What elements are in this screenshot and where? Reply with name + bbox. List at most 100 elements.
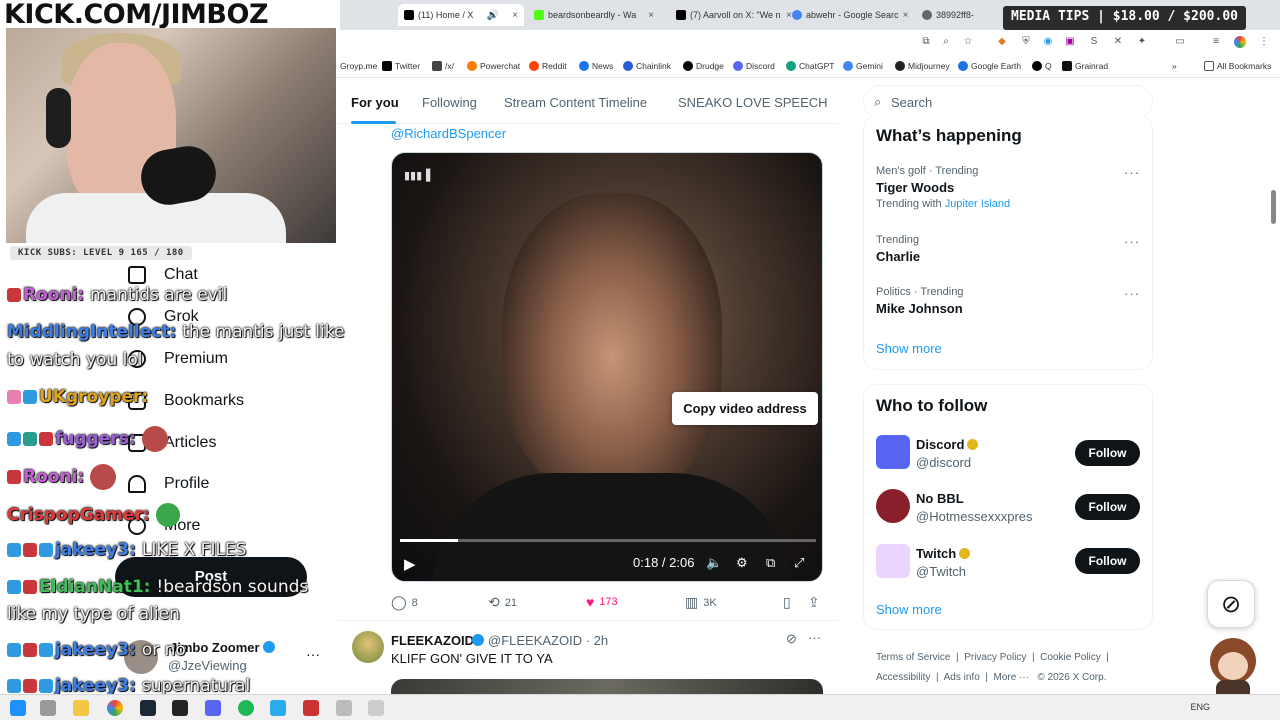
mention-link[interactable]: @RichardBSpencer bbox=[391, 126, 506, 141]
bookmark-google-earth[interactable]: Google Earth bbox=[958, 61, 1021, 71]
kebab-menu-icon[interactable]: ⋮ bbox=[1258, 36, 1270, 48]
more-dots-icon[interactable]: ··· bbox=[808, 630, 821, 645]
close-icon[interactable]: × bbox=[512, 10, 518, 21]
obs-icon[interactable] bbox=[303, 700, 319, 716]
nav-premium[interactable]: Premium bbox=[128, 350, 228, 368]
bookmark-twitter[interactable]: Twitter bbox=[382, 61, 420, 71]
trend-item[interactable]: Men's golf · Trending Tiger Woods Trendi… bbox=[876, 165, 1146, 210]
repost-button[interactable]: ⟲ 21 bbox=[488, 594, 517, 611]
views-button[interactable]: ▥ 3K bbox=[685, 594, 717, 611]
share-button[interactable]: ⇪ bbox=[808, 594, 820, 611]
spotify-icon[interactable] bbox=[238, 700, 254, 716]
more-dots-icon[interactable]: ··· bbox=[1124, 234, 1140, 249]
bookmark-chatgpt[interactable]: ChatGPT bbox=[786, 61, 834, 71]
profile-avatar-icon[interactable] bbox=[1234, 36, 1246, 48]
system-tray-language[interactable]: ENG bbox=[1190, 702, 1210, 712]
follow-button[interactable]: Follow bbox=[1075, 494, 1140, 520]
nav-chat[interactable]: Chat bbox=[128, 266, 198, 284]
file-explorer-icon[interactable] bbox=[73, 700, 89, 716]
bookmark-button[interactable]: ▯ bbox=[783, 594, 791, 611]
show-more-follow-link[interactable]: Show more bbox=[876, 602, 942, 617]
tab-aarvoll[interactable]: (7) Aarvoll on X: "We n × bbox=[670, 4, 798, 26]
footer-link[interactable]: Terms of Service bbox=[876, 652, 950, 663]
metamask-icon[interactable]: ◆ bbox=[996, 36, 1008, 48]
speaker-icon[interactable]: 🔊 bbox=[487, 10, 499, 21]
extension-icon[interactable]: S bbox=[1088, 36, 1100, 48]
follow-button[interactable]: Follow bbox=[1075, 548, 1140, 574]
search-input[interactable]: ⌕ Search bbox=[863, 85, 1153, 119]
x-extension-icon[interactable]: ✕ bbox=[1112, 36, 1124, 48]
extension-icon[interactable]: ▣ bbox=[1064, 36, 1076, 48]
video-player[interactable]: ▮▮▮ ▌ ▶ 0:18 / 2:06 🔈 ⚙ ⧉ ⤢ bbox=[391, 152, 823, 582]
follow-suggestion[interactable]: No BBL @Hotmessexxxpres Follow bbox=[876, 489, 1146, 529]
tab-abwehr[interactable]: abwehr - Google Searc × bbox=[786, 4, 914, 26]
footer-link[interactable]: More ··· bbox=[994, 672, 1030, 683]
tab-for-you[interactable]: For you bbox=[351, 95, 399, 110]
bookmarks-overflow-chevron-icon[interactable]: » bbox=[1172, 61, 1177, 71]
menu-icon[interactable]: ≡ bbox=[1210, 36, 1222, 48]
tab-beardson[interactable]: beardsonbeardly - Wa × bbox=[528, 4, 660, 26]
steam-icon[interactable] bbox=[140, 700, 156, 716]
all-bookmarks[interactable]: All Bookmarks bbox=[1204, 61, 1271, 71]
tab-file[interactable]: 38992ff8- bbox=[916, 4, 996, 26]
avatar[interactable] bbox=[352, 631, 384, 663]
bookmark-groyp[interactable]: Groyp.me bbox=[340, 61, 377, 71]
copy-video-address-menu-item[interactable]: Copy video address bbox=[672, 392, 818, 425]
tab-home-x[interactable]: (11) Home / X 🔊 × bbox=[398, 4, 524, 26]
tab-following[interactable]: Following bbox=[422, 95, 477, 110]
start-icon[interactable] bbox=[10, 700, 26, 716]
bookmark-chainlink[interactable]: Chainlink bbox=[623, 61, 671, 71]
app-icon[interactable] bbox=[368, 700, 384, 716]
bookmark-gemini[interactable]: Gemini bbox=[843, 61, 883, 71]
reply-button[interactable]: ◯ 8 bbox=[391, 594, 418, 611]
trend-item[interactable]: Trending Charlie ··· bbox=[876, 234, 1146, 264]
close-icon[interactable]: × bbox=[903, 10, 909, 21]
nav-profile[interactable]: Profile bbox=[128, 475, 209, 493]
sidebar-icon[interactable]: ▭ bbox=[1174, 36, 1186, 48]
zoom-icon[interactable]: ⌕ bbox=[940, 36, 952, 48]
trend-related-link[interactable]: Jupiter Island bbox=[945, 198, 1010, 210]
extension-icon[interactable]: ◉ bbox=[1042, 36, 1054, 48]
telegram-icon[interactable] bbox=[270, 700, 286, 716]
picture-in-picture-icon[interactable]: ⧉ bbox=[766, 555, 775, 571]
more-dots-icon[interactable]: ··· bbox=[306, 646, 320, 662]
more-dots-icon[interactable]: ··· bbox=[1124, 286, 1140, 301]
install-icon[interactable]: ⧉ bbox=[920, 36, 932, 48]
follow-suggestion[interactable]: Twitch @Twitch Follow bbox=[876, 544, 1146, 584]
bookmark-midjourney[interactable]: Midjourney bbox=[895, 61, 950, 71]
follow-suggestion[interactable]: Discord @discord Follow bbox=[876, 435, 1146, 475]
fullscreen-icon[interactable]: ⤢ bbox=[794, 555, 804, 571]
footer-link[interactable]: Accessibility bbox=[876, 672, 930, 683]
bookmark-grainrad[interactable]: Grainrad bbox=[1062, 61, 1108, 71]
show-more-trends-link[interactable]: Show more bbox=[876, 341, 942, 356]
discord-icon[interactable] bbox=[205, 700, 221, 716]
scrollbar-thumb[interactable] bbox=[1271, 190, 1276, 224]
close-icon[interactable]: × bbox=[648, 10, 654, 21]
volume-icon[interactable]: 🔈 bbox=[706, 555, 722, 571]
footer-link[interactable]: Cookie Policy bbox=[1040, 652, 1101, 663]
puzzle-icon[interactable]: ✦ bbox=[1136, 36, 1148, 48]
tab-sneako[interactable]: SNEAKO LOVE SPEECH bbox=[678, 95, 828, 110]
like-button[interactable]: ♥ 173 bbox=[586, 594, 618, 610]
video-progress-bar[interactable] bbox=[400, 539, 816, 542]
bookmark-discord[interactable]: Discord bbox=[733, 61, 775, 71]
bookmark-reddit[interactable]: Reddit bbox=[529, 61, 567, 71]
bookmark-x[interactable]: /x/ bbox=[432, 61, 454, 71]
footer-link[interactable]: Ads info bbox=[944, 672, 980, 683]
bookmark-powerchat[interactable]: Powerchat bbox=[467, 61, 520, 71]
star-icon[interactable]: ☆ bbox=[962, 36, 974, 48]
bookmark-news[interactable]: News bbox=[579, 61, 613, 71]
app-icon[interactable] bbox=[336, 700, 352, 716]
footer-link[interactable]: Privacy Policy bbox=[964, 652, 1026, 663]
play-icon[interactable]: ▶ bbox=[404, 555, 416, 573]
terminal-icon[interactable] bbox=[172, 700, 188, 716]
grok-floating-button[interactable]: ⊘ bbox=[1207, 580, 1255, 628]
chrome-icon[interactable] bbox=[107, 700, 123, 716]
trend-item[interactable]: Politics · Trending Mike Johnson ··· bbox=[876, 286, 1146, 316]
tab-stream-content[interactable]: Stream Content Timeline bbox=[504, 95, 647, 110]
tweet[interactable]: FLEEKAZOID @FLEEKAZOID · 2h ⊘ ··· KLIFF … bbox=[338, 620, 838, 709]
bookmark-q[interactable]: Q bbox=[1032, 61, 1052, 71]
bookmark-drudge[interactable]: Drudge bbox=[683, 61, 724, 71]
more-dots-icon[interactable]: ··· bbox=[1124, 165, 1140, 180]
follow-button[interactable]: Follow bbox=[1075, 440, 1140, 466]
